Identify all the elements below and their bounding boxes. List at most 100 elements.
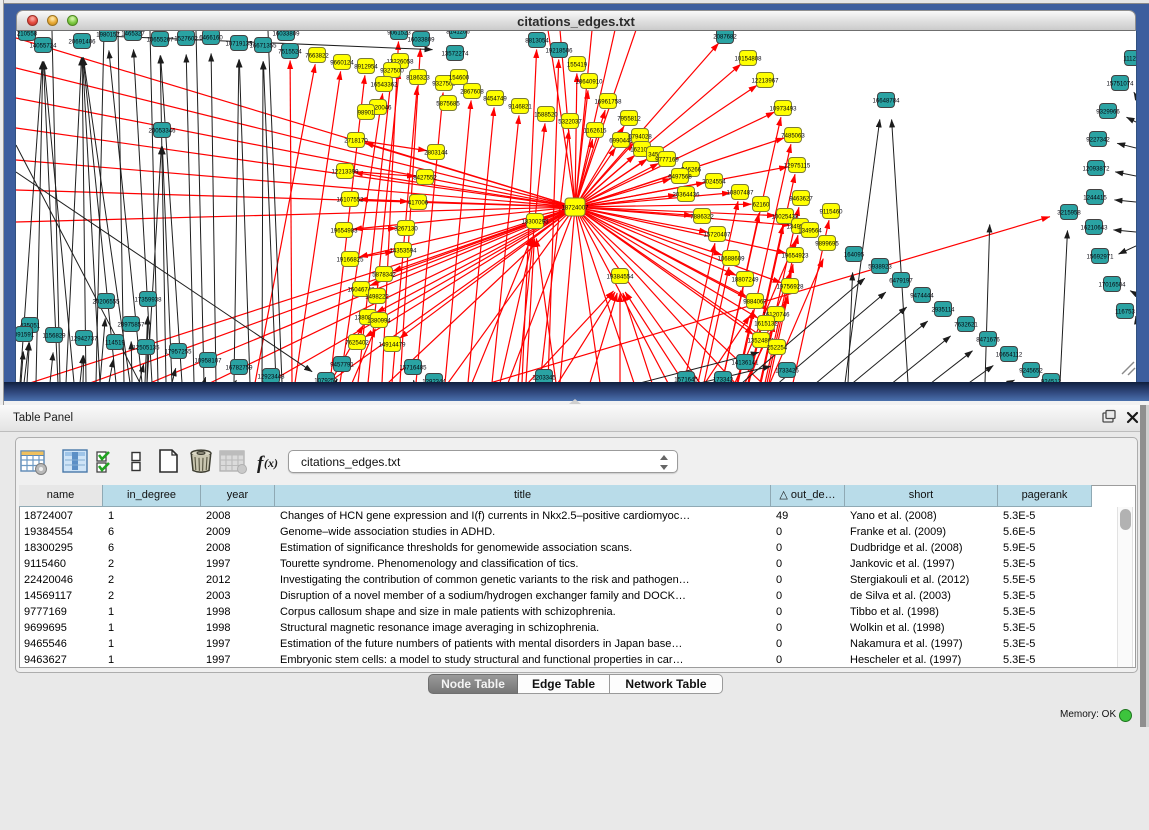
svg-text:9899695: 9899695 [815, 241, 839, 247]
svg-text:17016504: 17016504 [1099, 282, 1127, 288]
svg-text:924512: 924512 [1041, 379, 1062, 382]
svg-text:15720407: 15720407 [704, 232, 732, 238]
svg-text:9884067: 9884067 [743, 299, 767, 305]
svg-text:10973493: 10973493 [770, 106, 798, 112]
svg-text:7886322: 7886322 [690, 214, 714, 220]
svg-text:10719135: 10719135 [226, 41, 254, 47]
svg-text:20053346: 20053346 [149, 128, 177, 134]
svg-text:6479197: 6479197 [889, 278, 913, 284]
svg-text:2087682: 2087682 [713, 34, 737, 40]
svg-text:9474444: 9474444 [910, 293, 934, 299]
svg-text:18724007: 18724007 [562, 205, 590, 211]
svg-text:19384554: 19384554 [607, 274, 635, 280]
svg-text:19654923: 19654923 [782, 253, 810, 259]
svg-text:1465327: 1465327 [121, 31, 145, 37]
svg-text:155419: 155419 [567, 62, 588, 68]
svg-text:10688609: 10688609 [718, 256, 746, 262]
svg-text:417006: 417006 [408, 200, 429, 206]
svg-text:1498222: 1498222 [365, 294, 389, 300]
svg-text:7485063: 7485063 [781, 133, 805, 139]
svg-text:3215958: 3215958 [1057, 210, 1081, 216]
svg-text:5875685: 5875685 [436, 101, 460, 107]
svg-text:10154808: 10154808 [735, 56, 763, 62]
svg-text:16648784: 16648784 [873, 98, 901, 104]
svg-text:1203345: 1203345 [532, 375, 556, 381]
svg-text:1156829: 1156829 [42, 333, 66, 339]
svg-text:7955812: 7955812 [617, 116, 641, 122]
svg-text:8813054: 8813054 [525, 38, 549, 44]
svg-text:17957255: 17957255 [165, 349, 193, 355]
svg-text:1733426: 1733426 [775, 368, 799, 374]
svg-text:116753: 116753 [1115, 309, 1135, 315]
svg-text:7632621: 7632621 [954, 322, 978, 328]
svg-text:62160: 62160 [753, 202, 770, 208]
svg-text:12213967: 12213967 [752, 78, 780, 84]
svg-text:16543362: 16543362 [371, 82, 399, 88]
svg-text:1980157: 1980157 [96, 32, 120, 38]
svg-text:14914479: 14914479 [379, 342, 407, 348]
svg-text:2718170: 2718170 [344, 138, 368, 144]
svg-text:5938923: 5938923 [868, 264, 892, 270]
svg-text:2803144: 2803144 [424, 150, 448, 156]
svg-text:114519: 114519 [105, 340, 125, 346]
svg-text:2867608: 2867608 [460, 89, 484, 95]
svg-text:10958107: 10958107 [195, 358, 223, 364]
svg-text:252254: 252254 [767, 345, 788, 351]
svg-text:14136141: 14136141 [732, 360, 760, 366]
svg-text:10655267: 10655267 [147, 37, 175, 43]
svg-text:15692971: 15692971 [1087, 254, 1115, 260]
svg-text:12213399: 12213399 [332, 169, 360, 175]
svg-text:391591: 391591 [16, 332, 35, 338]
svg-text:18640910: 18640910 [576, 79, 604, 85]
svg-text:1162615: 1162615 [583, 128, 607, 134]
svg-text:9329966: 9329966 [1096, 109, 1120, 115]
svg-text:19654983: 19654983 [331, 228, 359, 234]
svg-text:173342: 173342 [713, 377, 734, 382]
svg-text:154600: 154600 [449, 75, 470, 81]
svg-text:9115460: 9115460 [819, 209, 843, 215]
svg-text:10807487: 10807487 [727, 190, 755, 196]
svg-text:1615132: 1615132 [754, 321, 778, 327]
svg-text:1527602: 1527602 [174, 36, 198, 42]
svg-text:16671355: 16671355 [250, 43, 278, 49]
svg-text:16107552: 16107552 [337, 197, 365, 203]
svg-text:1571645: 1571645 [674, 377, 698, 382]
svg-text:18300295: 18300295 [522, 219, 550, 225]
svg-text:16210643: 16210643 [1081, 225, 1109, 231]
svg-text:98901: 98901 [358, 110, 375, 116]
svg-text:3024554: 3024554 [702, 179, 726, 185]
svg-text:19756928: 19756928 [777, 284, 805, 290]
svg-text:164095: 164095 [844, 252, 865, 258]
svg-text:(x): (x) [264, 456, 278, 470]
svg-text:23975857: 23975857 [118, 322, 146, 328]
svg-text:6497568: 6497568 [668, 174, 692, 180]
svg-text:2935114: 2935114 [931, 307, 955, 313]
svg-text:19166825: 19166825 [337, 257, 365, 263]
svg-text:9457791: 9457791 [330, 362, 354, 368]
svg-text:12505135: 12505135 [133, 345, 161, 351]
svg-text:18807249: 18807249 [732, 277, 760, 283]
svg-text:7663822: 7663822 [305, 53, 329, 59]
svg-text:12975115: 12975115 [784, 163, 811, 169]
svg-text:12093872: 12093872 [1083, 166, 1111, 172]
svg-text:16033809: 16033809 [408, 37, 436, 43]
svg-text:6466160: 6466160 [199, 35, 223, 41]
svg-text:12942737: 12942737 [71, 336, 99, 342]
svg-text:16782759: 16782759 [226, 365, 254, 371]
svg-text:7515524: 7515524 [278, 49, 302, 55]
svg-text:10654112: 10654112 [996, 352, 1023, 358]
svg-text:9227342: 9227342 [1086, 137, 1110, 143]
svg-text:8912954: 8912954 [354, 64, 378, 70]
svg-text:20206555: 20206555 [93, 299, 121, 305]
svg-text:14055724: 14055724 [30, 43, 58, 49]
svg-text:9061523: 9061523 [387, 31, 411, 36]
svg-text:210558: 210558 [17, 31, 38, 37]
svg-text:12923448: 12923448 [258, 374, 286, 380]
svg-text:1244415: 1244415 [1083, 195, 1107, 201]
svg-text:19218506: 19218506 [546, 48, 574, 54]
svg-text:8471676: 8471676 [976, 337, 1000, 343]
svg-text:9463627: 9463627 [789, 196, 813, 202]
svg-text:1349564: 1349564 [798, 228, 822, 234]
svg-text:9146821: 9146821 [508, 104, 532, 110]
svg-text:9660124: 9660124 [330, 60, 354, 66]
